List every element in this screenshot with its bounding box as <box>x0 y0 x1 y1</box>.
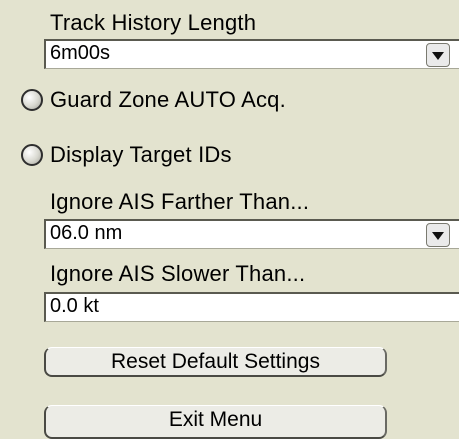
ignore-slower-input[interactable]: 0.0 kt <box>44 292 459 322</box>
ignore-slower-value: 0.0 kt <box>50 295 99 317</box>
reset-default-settings-button[interactable]: Reset Default Settings <box>44 347 387 377</box>
exit-menu-button[interactable]: Exit Menu <box>44 405 387 439</box>
ignore-farther-select[interactable]: 06.0 nm <box>44 219 459 249</box>
ignore-slower-label: Ignore AIS Slower Than... <box>50 261 306 286</box>
chevron-down-icon[interactable] <box>426 223 450 247</box>
ignore-farther-label: Ignore AIS Farther Than... <box>50 189 310 214</box>
track-history-label: Track History Length <box>50 10 257 35</box>
track-history-value: 6m00s <box>50 42 111 64</box>
ais-settings-panel: Track History Length 6m00s Guard Zone AU… <box>0 0 459 439</box>
track-history-select[interactable]: 6m00s <box>44 39 459 69</box>
display-target-ids-checkbox[interactable] <box>21 144 43 166</box>
display-target-ids-label: Display Target IDs <box>50 142 232 167</box>
ignore-farther-value: 06.0 nm <box>50 222 123 244</box>
guard-zone-label: Guard Zone AUTO Acq. <box>50 87 286 112</box>
guard-zone-checkbox[interactable] <box>21 89 43 111</box>
chevron-down-icon[interactable] <box>426 43 450 67</box>
